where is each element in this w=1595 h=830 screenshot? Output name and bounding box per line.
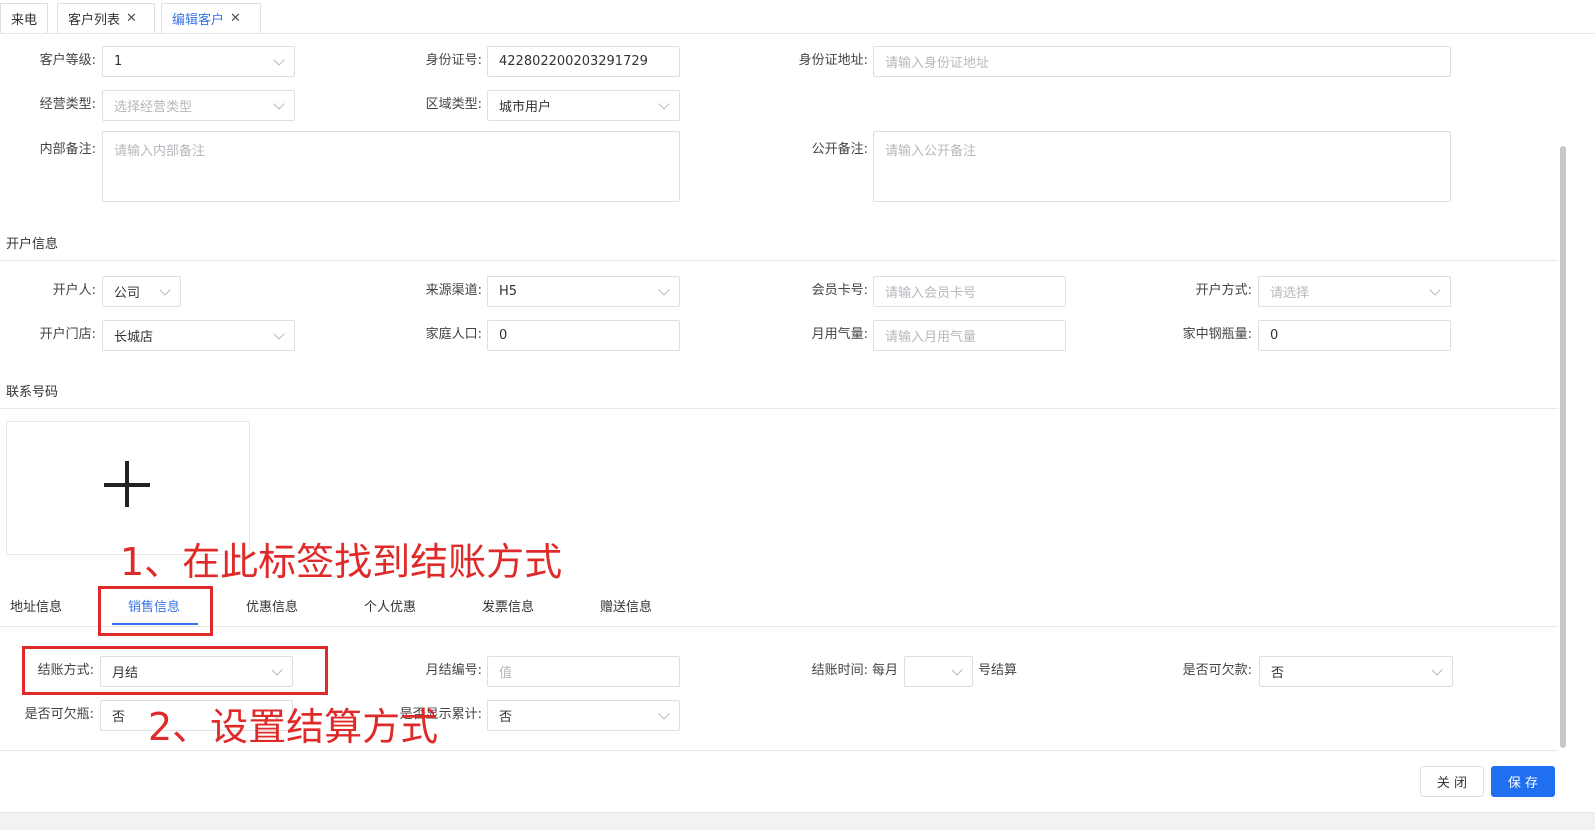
allow-bottle-debt-label: 是否可欠瓶: bbox=[24, 707, 94, 722]
inner-note-textarea[interactable]: 请输入内部备注 bbox=[102, 131, 680, 202]
monthly-gas-label: 月用气量: bbox=[811, 327, 868, 342]
public-note-label: 公开备注: bbox=[811, 142, 868, 157]
family-size-value: 0 bbox=[499, 328, 508, 343]
opener-value: 公司 bbox=[114, 286, 141, 301]
family-size-input[interactable]: 0 bbox=[487, 320, 680, 351]
business-type-label: 经营类型: bbox=[39, 97, 96, 112]
source-channel-label: 来源渠道: bbox=[425, 283, 482, 298]
region-type-value: 城市用户 bbox=[499, 100, 552, 115]
allow-debt-select[interactable]: 否 bbox=[1259, 656, 1453, 687]
id-address-placeholder: 请输入身份证地址 bbox=[885, 56, 990, 71]
annotation-box-settle-method bbox=[22, 646, 328, 695]
open-store-value: 长城店 bbox=[114, 330, 154, 345]
chevron-down-icon bbox=[658, 707, 670, 720]
subtab-discount[interactable]: 优惠信息 bbox=[246, 596, 298, 615]
allow-debt-value: 否 bbox=[1271, 666, 1285, 681]
chevron-down-icon bbox=[273, 327, 285, 340]
monthly-number-label: 月结编号: bbox=[425, 663, 482, 678]
chevron-down-icon bbox=[658, 283, 670, 296]
tab-bar: 来电 客户列表 ✕ 编辑客户 ✕ bbox=[0, 0, 1595, 34]
divider bbox=[0, 750, 1558, 751]
subtab-gift[interactable]: 赠送信息 bbox=[600, 596, 652, 615]
opener-select[interactable]: 公司 bbox=[102, 276, 181, 307]
monthly-gas-placeholder: 请输入月用气量 bbox=[885, 330, 977, 345]
close-icon[interactable]: ✕ bbox=[230, 11, 241, 26]
settle-time-label: 结账时间: bbox=[811, 663, 868, 678]
tab-customer-list[interactable]: 客户列表 ✕ bbox=[57, 3, 155, 33]
chevron-down-icon bbox=[159, 283, 171, 296]
scrollbar-thumb[interactable] bbox=[1560, 146, 1566, 748]
member-card-placeholder: 请输入会员卡号 bbox=[885, 286, 977, 301]
open-method-select[interactable]: 请选择 bbox=[1258, 276, 1451, 307]
chevron-down-icon bbox=[1431, 663, 1443, 676]
settle-time-prefix: 每月 bbox=[872, 663, 899, 678]
chevron-down-icon bbox=[273, 97, 285, 110]
tab-label: 来电 bbox=[11, 13, 38, 28]
inner-note-label: 内部备注: bbox=[39, 142, 96, 157]
business-type-select[interactable]: 选择经营类型 bbox=[102, 90, 295, 121]
plus-icon bbox=[125, 461, 129, 507]
id-address-label: 身份证地址: bbox=[798, 53, 868, 68]
region-type-label: 区域类型: bbox=[425, 97, 482, 112]
id-number-label: 身份证号: bbox=[425, 53, 482, 68]
source-channel-select[interactable]: H5 bbox=[487, 276, 680, 307]
open-method-placeholder: 请选择 bbox=[1270, 286, 1310, 301]
public-note-placeholder: 请输入公开备注 bbox=[885, 144, 977, 159]
id-number-input[interactable]: 422802200203291729 bbox=[487, 46, 680, 77]
cylinder-count-input[interactable]: 0 bbox=[1258, 320, 1451, 351]
source-channel-value: H5 bbox=[499, 284, 518, 299]
member-card-label: 会员卡号: bbox=[811, 283, 868, 298]
tab-edit-customer[interactable]: 编辑客户 ✕ bbox=[161, 3, 261, 33]
settle-time-suffix: 号结算 bbox=[978, 663, 1018, 678]
settle-day-select[interactable] bbox=[904, 656, 973, 687]
customer-level-value: 1 bbox=[114, 54, 123, 69]
customer-level-select[interactable]: 1 bbox=[102, 46, 295, 77]
id-address-input[interactable]: 请输入身份证地址 bbox=[873, 46, 1451, 77]
id-number-value: 422802200203291729 bbox=[499, 54, 648, 69]
subtab-address[interactable]: 地址信息 bbox=[10, 596, 62, 615]
tab-label: 客户列表 bbox=[68, 13, 121, 28]
inner-note-placeholder: 请输入内部备注 bbox=[114, 144, 206, 159]
chevron-down-icon bbox=[951, 663, 963, 676]
public-note-textarea[interactable]: 请输入公开备注 bbox=[873, 131, 1451, 202]
member-card-input[interactable]: 请输入会员卡号 bbox=[873, 276, 1066, 307]
subtab-invoice[interactable]: 发票信息 bbox=[482, 596, 534, 615]
monthly-number-input[interactable]: 值 bbox=[487, 656, 680, 687]
divider bbox=[0, 260, 1558, 261]
region-type-select[interactable]: 城市用户 bbox=[487, 90, 680, 121]
open-info-title: 开户信息 bbox=[6, 237, 59, 252]
annotation-step-1: 1、在此标签找到结账方式 bbox=[120, 540, 563, 584]
chevron-down-icon bbox=[273, 53, 285, 66]
divider bbox=[0, 626, 1558, 627]
annotation-step-2: 2、设置结算方式 bbox=[148, 705, 439, 749]
show-cumulative-value: 否 bbox=[499, 710, 513, 725]
bottom-bar bbox=[0, 812, 1595, 830]
subtab-personal-discount[interactable]: 个人优惠 bbox=[364, 596, 416, 615]
save-button[interactable]: 保 存 bbox=[1491, 766, 1555, 797]
divider bbox=[0, 408, 1558, 409]
close-button[interactable]: 关 闭 bbox=[1420, 766, 1484, 797]
annotation-box-sales-tab bbox=[98, 586, 213, 636]
open-method-label: 开户方式: bbox=[1195, 283, 1252, 298]
chevron-down-icon bbox=[1429, 283, 1441, 296]
customer-level-label: 客户等级: bbox=[39, 53, 96, 68]
contact-numbers-title: 联系号码 bbox=[6, 385, 59, 400]
allow-debt-label: 是否可欠款: bbox=[1182, 663, 1252, 678]
close-icon[interactable]: ✕ bbox=[126, 11, 137, 26]
business-type-placeholder: 选择经营类型 bbox=[114, 100, 193, 115]
tab-incoming-call[interactable]: 来电 bbox=[0, 3, 48, 33]
open-store-select[interactable]: 长城店 bbox=[102, 320, 295, 351]
monthly-gas-input[interactable]: 请输入月用气量 bbox=[873, 320, 1066, 351]
cylinder-count-label: 家中钢瓶量: bbox=[1182, 327, 1252, 342]
opener-label: 开户人: bbox=[52, 283, 96, 298]
cylinder-count-value: 0 bbox=[1270, 328, 1279, 343]
chevron-down-icon bbox=[658, 97, 670, 110]
tab-label: 编辑客户 bbox=[172, 13, 225, 28]
open-store-label: 开户门店: bbox=[39, 327, 96, 342]
family-size-label: 家庭人口: bbox=[425, 327, 482, 342]
show-cumulative-select[interactable]: 否 bbox=[487, 700, 680, 731]
monthly-number-placeholder: 值 bbox=[499, 666, 513, 681]
